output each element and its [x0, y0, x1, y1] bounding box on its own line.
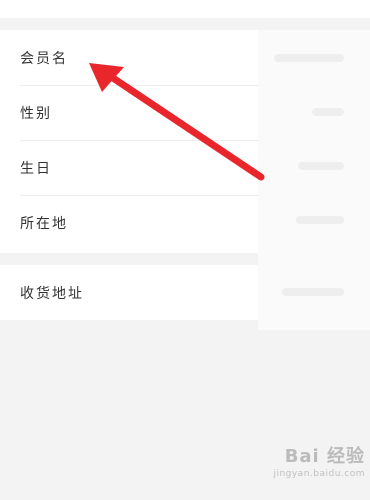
- blurred-values-panel: [258, 30, 370, 330]
- birthday-label: 生日: [20, 160, 52, 177]
- watermark-url: jingyan.baidu.com: [273, 469, 365, 479]
- top-section: [0, 0, 370, 18]
- shipping-address-label: 收货地址: [20, 285, 84, 302]
- member-name-label: 会员名: [20, 50, 68, 67]
- gender-label: 性别: [20, 105, 52, 122]
- blurred-value: [296, 216, 344, 224]
- profile-settings-page: 会员名 性别 生日 所在地 收货地址 Bai 经验 jingyan.baidu.…: [0, 0, 370, 500]
- baidu-jingyan-watermark: Bai 经验 jingyan.baidu.com: [250, 446, 365, 492]
- watermark-main: Bai 经验: [284, 446, 365, 467]
- blurred-value: [312, 108, 344, 116]
- blurred-value: [282, 288, 344, 296]
- blurred-value: [274, 54, 344, 62]
- location-label: 所在地: [20, 215, 68, 232]
- blurred-value: [298, 162, 344, 170]
